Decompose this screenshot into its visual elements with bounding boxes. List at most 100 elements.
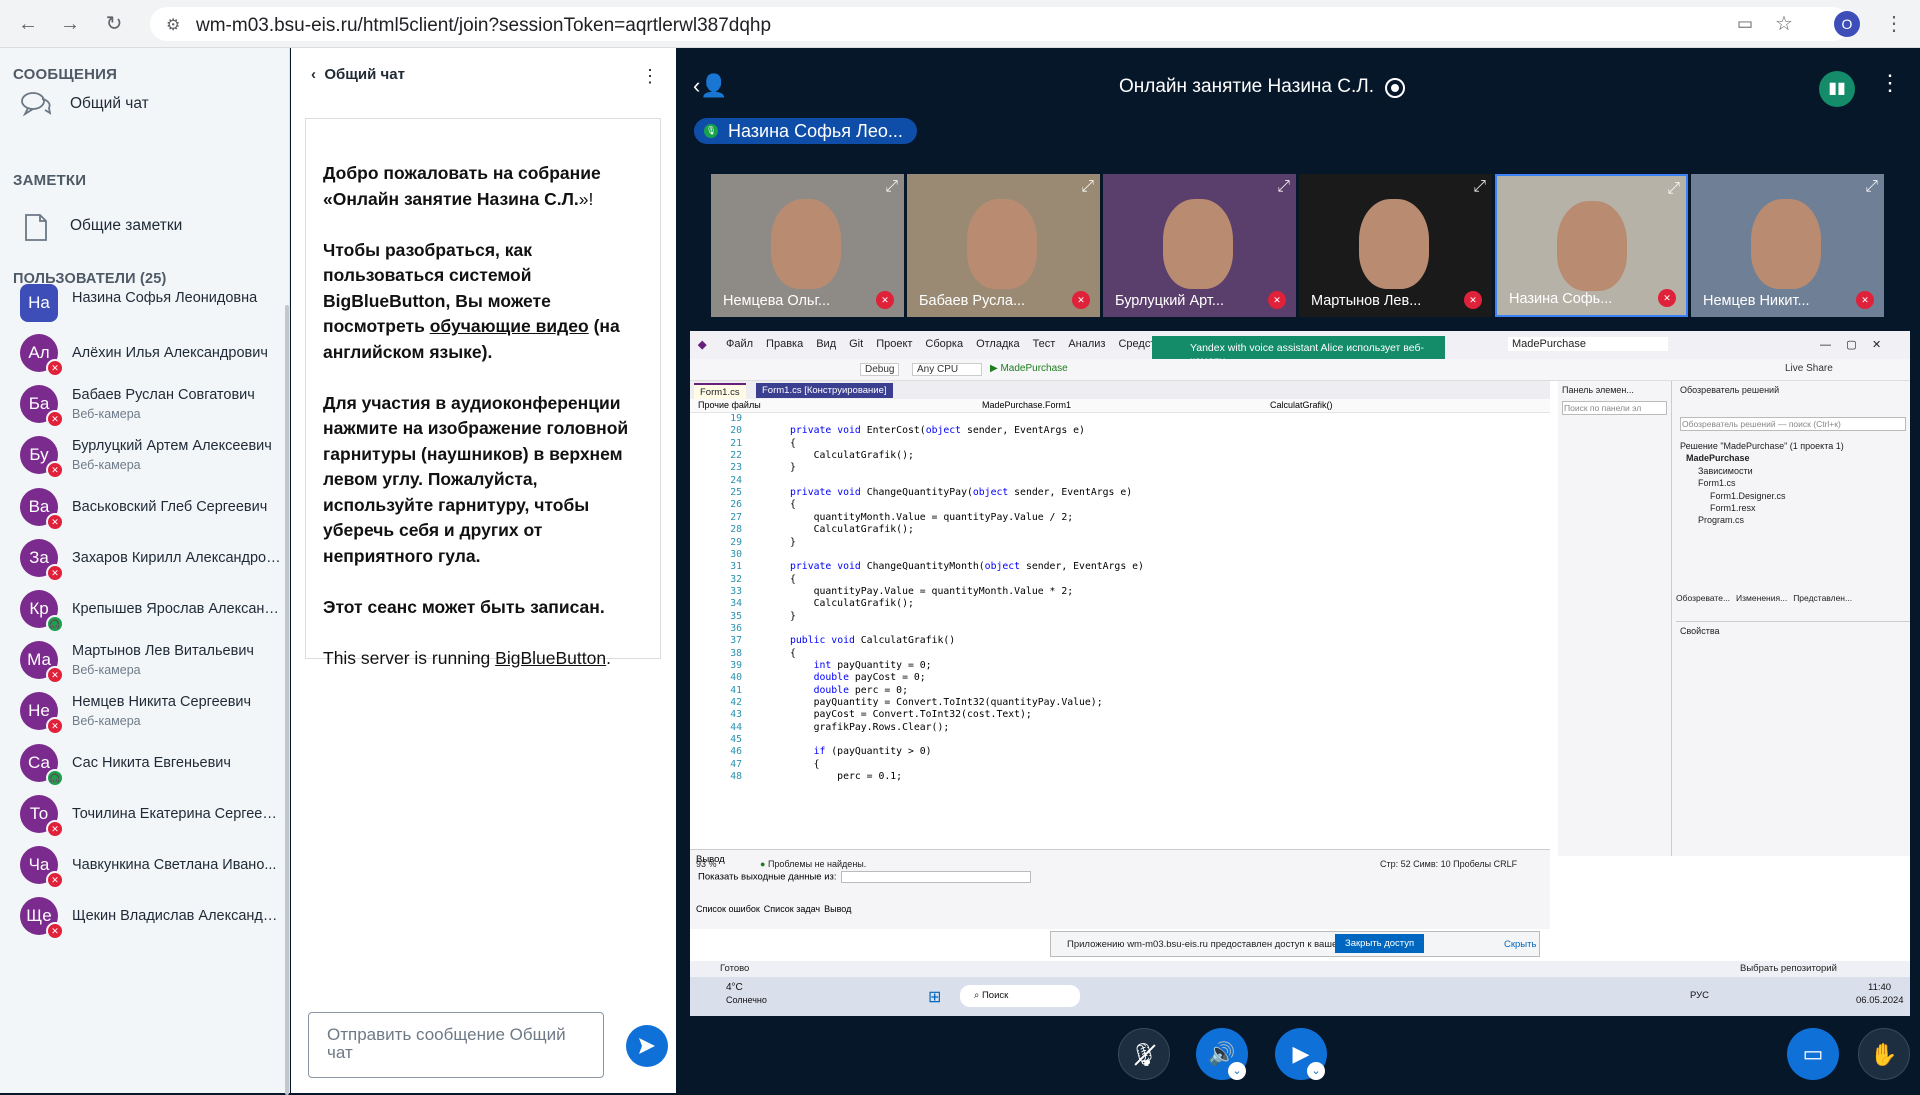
solution-tree-item[interactable]: MadePurchase [1686, 453, 1750, 463]
clock-time: 11:40 [1868, 982, 1892, 993]
nav-files[interactable]: Прочие файлы [698, 400, 761, 410]
user-list-item[interactable]: Ще ✕ Щекин Владислав Александр... [0, 885, 285, 947]
vs-menu-item[interactable]: Анализ [1068, 338, 1105, 350]
participant-video [1163, 199, 1233, 289]
webcam-options-caret[interactable]: ⌄ [1307, 1062, 1325, 1080]
nav-class[interactable]: MadePurchase.Form1 [982, 400, 1071, 410]
vs-menu-item[interactable]: Тест [1033, 338, 1056, 350]
chat-back-button[interactable]: ‹ Общий чат [311, 66, 405, 83]
mic-muted-icon: ✕ [46, 922, 64, 941]
fullscreen-icon[interactable]: ⤢ [1667, 180, 1680, 198]
url-text[interactable]: wm-m03.bsu-eis.ru/html5client/join?sessi… [196, 15, 771, 37]
talking-indicator[interactable]: 🎙 Назина Софья Лео... [694, 118, 917, 144]
solution-tab[interactable]: Представлен... [1793, 593, 1852, 603]
toolbox-search[interactable]: Поиск по панели эл [1562, 401, 1667, 415]
tutorial-videos-link[interactable]: обучающие видео [430, 316, 589, 336]
screenshare-view[interactable]: ◆ Файл Правка Вид Git Проект Сборка Отладка Тес… [690, 331, 1910, 1016]
select-repository[interactable]: Выбрать репозиторий [1740, 963, 1837, 974]
shared-notes-link[interactable]: Общие заметки [20, 212, 182, 241]
profile-avatar[interactable]: O [1834, 11, 1860, 37]
fullscreen-icon[interactable]: ⤢ [1277, 178, 1290, 196]
toggle-userlist-icon[interactable]: ‹👤 [693, 73, 728, 99]
user-list-scrollbar[interactable] [285, 305, 289, 1095]
vs-run-button[interactable]: ▶ MadePurchase [990, 363, 1068, 374]
taskbar-search[interactable]: ⌕ Поиск [960, 985, 1080, 1007]
tab-form1-cs[interactable]: Form1.cs [694, 383, 746, 400]
site-info-icon[interactable]: ⚙ [166, 15, 180, 35]
bigbluebutton-link[interactable]: BigBlueButton [495, 648, 606, 668]
public-chat-link[interactable]: Общий чат [20, 90, 149, 118]
send-message-button[interactable] [626, 1025, 668, 1067]
audio-options-caret[interactable]: ⌄ [1228, 1062, 1246, 1080]
live-share-button[interactable]: Live Share [1785, 363, 1833, 374]
solution-tree-item[interactable]: Program.cs [1698, 515, 1744, 525]
webcam-tile[interactable]: ⤢ Бабаев Русла... ✕ [907, 174, 1100, 317]
reload-icon[interactable]: ↻ [102, 12, 126, 36]
stop-sharing-button[interactable]: Закрыть доступ [1335, 934, 1425, 953]
bookmark-star-icon[interactable]: ☆ [1772, 12, 1796, 36]
vs-menu-item[interactable]: Проект [876, 338, 912, 350]
solution-tree-item[interactable]: Form1.Designer.cs [1710, 491, 1786, 501]
no-problems-status[interactable]: ● Проблемы не найдены. [760, 859, 866, 869]
webcam-name[interactable]: Бабаев Русла... [919, 293, 1025, 309]
screenshare-toggle-button[interactable]: ▭ [1787, 1028, 1839, 1080]
chat-options-icon[interactable]: ⋮ [641, 66, 659, 87]
vs-menu-item[interactable]: Правка [766, 338, 803, 350]
fullscreen-icon[interactable]: ⤢ [1473, 178, 1486, 196]
webcam-name[interactable]: Мартынов Лев... [1311, 293, 1421, 309]
solution-search[interactable]: Обозреватель решений — поиск (Ctrl+к) [1680, 417, 1906, 431]
solution-tree-item[interactable]: Зависимости [1698, 466, 1753, 476]
windows-start-icon[interactable]: ⊞ [928, 987, 941, 1007]
toolbox-title: Панель элемен... [1562, 385, 1634, 395]
solution-tree-item[interactable]: Решение "MadePurchase" (1 проекта 1) [1680, 441, 1844, 451]
webcam-tile[interactable]: ⤢ Назина Софь... ✕ [1495, 174, 1688, 317]
webcam-tile[interactable]: ⤢ Мартынов Лев... ✕ [1299, 174, 1492, 317]
vs-window-controls[interactable]: — ▢ ✕ [1820, 338, 1881, 351]
vs-menu-item[interactable]: Файл [726, 338, 753, 350]
recording-indicator-icon[interactable] [1385, 78, 1405, 98]
connection-status-icon[interactable]: ▮▮ [1819, 71, 1855, 107]
chat-message-input[interactable]: Отправить сообщение Общий чат [308, 1012, 604, 1078]
solution-tree-item[interactable]: Form1.cs [1698, 478, 1736, 488]
browser-menu-icon[interactable]: ⋮ [1882, 12, 1906, 36]
fullscreen-icon[interactable]: ⤢ [885, 178, 898, 196]
mute-microphone-button[interactable]: 🎙 [1118, 1028, 1170, 1080]
tab-form1-designer[interactable]: Form1.cs [Конструирование] [756, 383, 893, 398]
webcam-tile[interactable]: ⤢ Немцев Никит... ✕ [1691, 174, 1884, 317]
address-bar[interactable]: ⚙ wm-m03.bsu-eis.ru/html5client/join?ses… [150, 7, 1850, 41]
notes-document-icon [20, 212, 52, 241]
raise-hand-button[interactable]: ✋ [1858, 1028, 1910, 1080]
vs-platform-select[interactable]: Any CPU [912, 363, 982, 376]
back-arrow-icon[interactable]: ← [16, 12, 40, 36]
output-source-select[interactable] [840, 871, 1031, 883]
webcam-name[interactable]: Немцев Никит... [1703, 293, 1810, 309]
webcam-name[interactable]: Немцева Ольг... [723, 293, 830, 309]
zoom-level[interactable]: 93 % [696, 859, 717, 869]
vs-menu-item[interactable]: Сборка [925, 338, 963, 350]
keyboard-language[interactable]: РУС [1690, 990, 1709, 1001]
solution-tab[interactable]: Изменения... [1736, 593, 1787, 603]
vs-menu-item[interactable]: Git [849, 338, 863, 350]
output-tab[interactable]: Список задач [764, 904, 820, 914]
nav-member[interactable]: CalculatGrafik() [1270, 400, 1333, 410]
vs-config-select[interactable]: Debug [860, 363, 900, 376]
output-tab[interactable]: Список ошибок [696, 904, 760, 914]
vs-menu-item[interactable]: Вид [816, 338, 836, 350]
code-line: 32{ [730, 573, 796, 585]
code-editor[interactable]: 19 20 private void EnterCost(object sender… [690, 413, 1550, 828]
user-list-item[interactable]: На Назина Софья Леонидовна [0, 284, 285, 322]
hide-notice-button[interactable]: Скрыть [1504, 939, 1536, 950]
webcam-name[interactable]: Бурлуцкий Арт... [1115, 293, 1224, 309]
webcam-tile[interactable]: ⤢ Бурлуцкий Арт... ✕ [1103, 174, 1296, 317]
fullscreen-icon[interactable]: ⤢ [1081, 178, 1094, 196]
vs-menu-item[interactable]: Отладка [976, 338, 1019, 350]
webcam-tile[interactable]: ⤢ Немцева Ольг... ✕ [711, 174, 904, 317]
output-tab[interactable]: Вывод [824, 904, 851, 914]
webcam-name[interactable]: Назина Софь... [1509, 291, 1612, 307]
solution-tree-item[interactable]: Form1.resx [1710, 503, 1756, 513]
fullscreen-icon[interactable]: ⤢ [1865, 178, 1878, 196]
forward-arrow-icon[interactable]: → [58, 12, 82, 36]
solution-tab[interactable]: Обозревате... [1676, 593, 1730, 603]
camera-permission-icon[interactable]: ▭ [1733, 12, 1757, 36]
options-menu-icon[interactable]: ⋮ [1879, 70, 1901, 96]
